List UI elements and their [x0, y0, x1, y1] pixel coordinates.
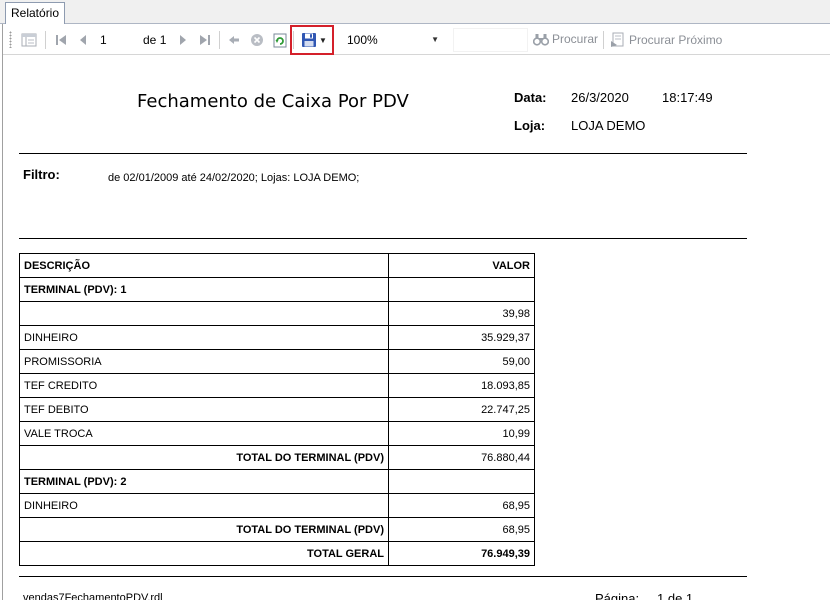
- row-value: 68,95: [388, 517, 535, 542]
- prev-page-icon[interactable]: [75, 31, 91, 49]
- store-value: LOJA DEMO: [571, 118, 646, 133]
- table-row: TEF CREDITO 18.093,85: [19, 373, 535, 398]
- refresh-icon[interactable]: [271, 31, 289, 49]
- row-description: DINHEIRO: [19, 325, 389, 350]
- tab-relatorio[interactable]: Relatório: [5, 2, 66, 24]
- table-row: PROMISSORIA 59,00: [19, 349, 535, 374]
- row-value: 39,98: [388, 301, 535, 326]
- row-value: 76.949,39: [388, 541, 535, 566]
- row-value: 76.880,44: [388, 445, 535, 470]
- date-value: 26/3/2020: [571, 90, 629, 105]
- row-value: [388, 277, 535, 302]
- page-number-input[interactable]: [96, 30, 136, 49]
- row-value: 68,95: [388, 493, 535, 518]
- row-description: TOTAL DO TERMINAL (PDV): [19, 517, 389, 542]
- divider: [19, 153, 747, 154]
- footer-page-label: Página:: [595, 591, 640, 600]
- tab-strip: Relatório: [0, 0, 830, 24]
- toolbar-separator: [219, 31, 220, 49]
- table-header-row: DESCRIÇÃO VALOR: [19, 253, 535, 278]
- table-row: DINHEIRO 68,95: [19, 493, 535, 518]
- back-icon[interactable]: [225, 31, 243, 49]
- table-row: TEF DEBITO 22.747,25: [19, 397, 535, 422]
- zoom-select[interactable]: 100% ▼: [343, 30, 445, 50]
- search-text-input[interactable]: [453, 28, 528, 52]
- table-row: 39,98: [19, 301, 535, 326]
- toolbar-separator: [45, 31, 46, 49]
- table-row-subtotal: TOTAL DO TERMINAL (PDV) 68,95: [19, 517, 535, 542]
- row-value: 35.929,37: [388, 325, 535, 350]
- row-description: [19, 301, 389, 326]
- row-value: [388, 469, 535, 494]
- footer-page-value: 1 de 1: [657, 591, 694, 600]
- first-page-icon[interactable]: [53, 31, 69, 49]
- report-viewer: de 1 ▼ 100% ▼ Procurar: [2, 24, 830, 600]
- next-page-icon[interactable]: [175, 31, 191, 49]
- table-row: TERMINAL (PDV): 2: [19, 469, 535, 494]
- table-row: VALE TROCA 10,99: [19, 421, 535, 446]
- footer-filename: vendas7FechamentoPDV.rdl: [23, 592, 163, 600]
- chevron-down-icon: ▼: [431, 35, 439, 44]
- date-label: Data:: [514, 90, 547, 105]
- filter-value: de 02/01/2009 até 24/02/2020; Lojas: LOJ…: [108, 172, 360, 184]
- header-description: DESCRIÇÃO: [19, 253, 389, 278]
- toolbar-grip[interactable]: [9, 31, 12, 48]
- table-row: DINHEIRO 35.929,37: [19, 325, 535, 350]
- divider: [19, 576, 747, 577]
- page-of-label: de 1: [143, 33, 167, 47]
- row-description: DINHEIRO: [19, 493, 389, 518]
- find-next-icon: [611, 32, 624, 47]
- find-next-button[interactable]: Procurar Próximo: [610, 32, 722, 47]
- divider: [19, 238, 747, 239]
- header-value: VALOR: [388, 253, 535, 278]
- find-button[interactable]: Procurar: [533, 32, 598, 46]
- row-description: TEF DEBITO: [19, 397, 389, 422]
- row-description: TOTAL DO TERMINAL (PDV): [19, 445, 389, 470]
- report-table: DESCRIÇÃO VALOR TERMINAL (PDV): 1 39,98 …: [19, 253, 535, 566]
- table-row-grand-total: TOTAL GERAL 76.949,39: [19, 541, 535, 566]
- store-label: Loja:: [514, 118, 546, 133]
- row-value: 10,99: [388, 421, 535, 446]
- report-toolbar: de 1 ▼ 100% ▼ Procurar: [3, 24, 830, 55]
- table-row: TERMINAL (PDV): 1: [19, 277, 535, 302]
- find-label: Procurar: [552, 32, 599, 46]
- time-value: 18:17:49: [662, 90, 713, 105]
- zoom-value: 100%: [347, 33, 378, 47]
- row-description: TOTAL GERAL: [19, 541, 389, 566]
- filter-label: Filtro:: [23, 167, 60, 182]
- row-description: TEF CREDITO: [19, 373, 389, 398]
- row-value: 22.747,25: [388, 397, 535, 422]
- toolbar-separator: [603, 31, 604, 49]
- binoculars-icon: [533, 33, 549, 46]
- row-description: VALE TROCA: [19, 421, 389, 446]
- page-total: 1: [159, 33, 167, 47]
- report-page: Fechamento de Caixa Por PDV Data: 26/3/2…: [3, 55, 830, 600]
- last-page-icon[interactable]: [197, 31, 213, 49]
- row-description: PROMISSORIA: [19, 349, 389, 374]
- stop-icon[interactable]: [248, 31, 266, 49]
- document-map-icon[interactable]: [19, 31, 39, 49]
- report-title: Fechamento de Caixa Por PDV: [137, 91, 409, 112]
- save-button-highlight: [290, 25, 334, 55]
- table-row-subtotal: TOTAL DO TERMINAL (PDV) 76.880,44: [19, 445, 535, 470]
- row-description: TERMINAL (PDV): 1: [19, 277, 389, 302]
- row-value: 59,00: [388, 349, 535, 374]
- row-description: TERMINAL (PDV): 2: [19, 469, 389, 494]
- find-next-label: Procurar Próximo: [629, 32, 723, 47]
- row-value: 18.093,85: [388, 373, 535, 398]
